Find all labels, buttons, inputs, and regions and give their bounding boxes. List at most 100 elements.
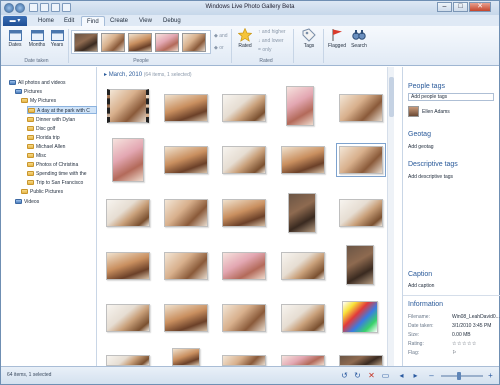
person-tag-name[interactable]: Ellen Adams — [422, 109, 450, 115]
photo-thumbnail[interactable] — [339, 199, 383, 227]
and-higher-option[interactable]: ↑ and higher — [258, 29, 286, 35]
tree-item-videos[interactable]: Videos — [15, 198, 39, 206]
photo-thumbnail[interactable] — [286, 86, 314, 126]
photo-thumbnail[interactable] — [281, 146, 325, 174]
tree-item-disc-golf[interactable]: Disc golf — [27, 125, 55, 133]
add-people-tags-input[interactable]: Add people tags — [408, 93, 494, 101]
and-filter[interactable]: ◆ and — [214, 33, 228, 39]
scrollbar-thumb[interactable] — [389, 77, 394, 117]
rotate-left-icon[interactable]: ↺ — [340, 371, 349, 380]
tree-item-misc[interactable]: Misc — [27, 152, 46, 160]
tab-view[interactable]: View — [134, 16, 157, 26]
delete-icon[interactable]: ✕ — [367, 371, 376, 380]
flagged-button[interactable]: Flagged — [324, 28, 350, 49]
photo-thumbnail-selected[interactable] — [336, 143, 386, 177]
maximize-button[interactable]: □ — [453, 2, 468, 12]
years-button[interactable]: Years — [48, 29, 66, 48]
tree-item-spending-time[interactable]: Spending time with the — [27, 170, 87, 178]
photo-thumbnail[interactable] — [164, 199, 208, 227]
tree-item-label: Photos of Christina — [36, 162, 79, 168]
photo-thumbnail[interactable] — [172, 348, 200, 366]
tab-find[interactable]: Find — [81, 16, 105, 26]
photo-thumbnail[interactable] — [222, 94, 266, 122]
file-menu-button[interactable]: ▬ ▾ — [3, 16, 27, 26]
zoom-slider[interactable] — [441, 372, 483, 380]
photo-thumbnail[interactable] — [281, 252, 325, 280]
tree-item-michael-allen[interactable]: Michael Allen — [27, 143, 65, 151]
photo-thumbnail[interactable] — [339, 355, 383, 366]
tree-item-dinner-with-dylan[interactable]: Dinner with Dylan — [27, 116, 75, 124]
slideshow-icon[interactable]: ▭ — [381, 371, 390, 380]
zoom-out-icon[interactable]: – — [427, 371, 436, 380]
photo-thumbnail[interactable] — [222, 355, 266, 366]
next-icon[interactable]: ▸ — [411, 371, 420, 380]
gallery-group-header[interactable]: ▸ March, 2010 (64 items, 1 selected) — [104, 71, 192, 78]
person-thumbnail[interactable] — [182, 33, 206, 52]
tree-item-my-pictures[interactable]: My Pictures — [21, 97, 56, 105]
tab-home[interactable]: Home — [33, 16, 59, 26]
star-icon — [238, 28, 252, 42]
tab-debug[interactable]: Debug — [158, 16, 186, 26]
photo-thumbnail[interactable] — [107, 89, 149, 123]
zoom-slider-knob[interactable] — [457, 372, 461, 380]
photo-thumbnail[interactable] — [164, 304, 208, 332]
zoom-in-icon[interactable]: + — [486, 371, 495, 380]
photo-thumbnail[interactable] — [346, 245, 374, 285]
photo-thumbnail[interactable] — [342, 301, 378, 333]
photo-gallery: ▸ March, 2010 (64 items, 1 selected) — [98, 67, 394, 366]
person-thumbnail[interactable] — [101, 33, 125, 52]
previous-icon[interactable]: ◂ — [397, 371, 406, 380]
gallery-scrollbar[interactable] — [387, 67, 394, 366]
folder-icon — [21, 98, 28, 103]
ribbon: Dates Months Years Date taken ◆ and ◆ or… — [1, 26, 499, 66]
or-filter[interactable]: ◆ or — [214, 45, 224, 51]
tab-create[interactable]: Create — [105, 16, 133, 26]
photo-thumbnail[interactable] — [106, 304, 150, 332]
add-descriptive-tags-link[interactable]: Add descriptive tags — [408, 174, 453, 180]
people-group-label: People — [133, 58, 149, 64]
photo-thumbnail[interactable] — [222, 199, 266, 227]
photo-thumbnail[interactable] — [288, 193, 316, 233]
photo-thumbnail[interactable] — [339, 94, 383, 122]
photo-thumbnail[interactable] — [222, 304, 266, 332]
person-thumbnail[interactable] — [155, 33, 179, 52]
dates-button[interactable]: Dates — [6, 29, 24, 48]
close-button[interactable]: ✕ — [469, 2, 491, 12]
people-filter-gallery[interactable] — [71, 30, 211, 54]
person-thumbnail[interactable] — [128, 33, 152, 52]
photo-thumbnail[interactable] — [164, 94, 208, 122]
tag-icon — [302, 28, 316, 42]
photo-thumbnail[interactable] — [112, 138, 144, 182]
photo-thumbnail[interactable] — [164, 252, 208, 280]
tree-item-day-at-park[interactable]: A day at the park with C — [27, 106, 97, 114]
flag-icon[interactable]: ⚐ — [452, 350, 456, 356]
add-geotag-link[interactable]: Add geotag — [408, 144, 434, 150]
photo-thumbnail[interactable] — [164, 146, 208, 174]
tab-edit[interactable]: Edit — [59, 16, 79, 26]
rating-stars[interactable]: ☆☆☆☆☆ — [452, 341, 477, 347]
person-thumbnail[interactable] — [74, 33, 98, 52]
add-caption-link[interactable]: Add caption — [408, 283, 434, 289]
photo-thumbnail[interactable] — [222, 252, 266, 280]
minimize-button[interactable]: – — [437, 2, 452, 12]
search-button[interactable]: Search — [349, 28, 369, 49]
photo-thumbnail[interactable] — [106, 252, 150, 280]
photo-thumbnail[interactable] — [106, 355, 150, 366]
rotate-right-icon[interactable]: ↻ — [353, 371, 362, 380]
tree-item-florida-trip[interactable]: Florida trip — [27, 134, 60, 142]
tags-button[interactable]: Tags — [298, 28, 320, 49]
photo-thumbnail[interactable] — [222, 146, 266, 174]
tree-item-photos-of-christina[interactable]: Photos of Christina — [27, 161, 78, 169]
photo-thumbnail[interactable] — [281, 304, 325, 332]
tree-item-public-pictures[interactable]: Public Pictures — [21, 188, 63, 196]
tree-item-all-photos[interactable]: All photos and videos — [9, 79, 66, 87]
photo-thumbnail[interactable] — [281, 355, 325, 366]
tree-item-trip-to-san-francisco[interactable]: Trip to San Francisco — [27, 179, 83, 187]
only-option[interactable]: = only — [258, 47, 272, 53]
tree-item-pictures[interactable]: Pictures — [15, 88, 42, 96]
info-value: 0.00 MB — [452, 332, 471, 338]
rated-button[interactable]: Rated — [235, 28, 255, 49]
photo-thumbnail[interactable] — [106, 199, 150, 227]
and-lower-option[interactable]: ↓ and lower — [258, 38, 284, 44]
months-button[interactable]: Months — [26, 29, 48, 48]
